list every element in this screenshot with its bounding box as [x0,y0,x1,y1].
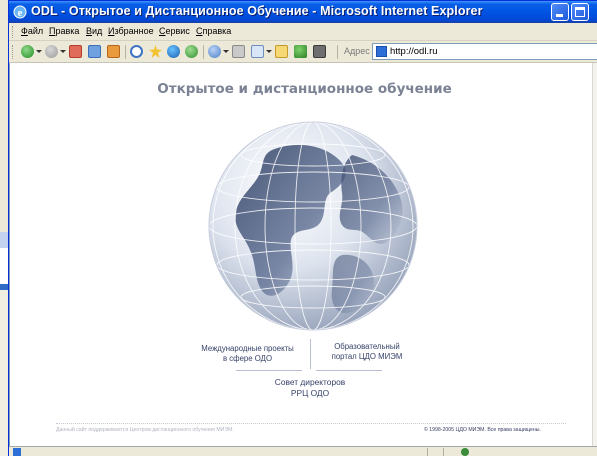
menu-tools[interactable]: Сервис [159,26,190,36]
stop-icon[interactable] [69,45,82,58]
minimize-button[interactable] [551,3,569,21]
minimize-icon [556,14,563,17]
home-icon[interactable] [107,45,120,58]
vertical-scrollbar[interactable] [592,63,597,446]
messenger-icon[interactable] [294,45,307,58]
favorites-icon[interactable] [149,45,162,58]
background-desktop [0,0,8,456]
forward-icon[interactable] [45,45,58,58]
refresh-icon[interactable] [88,45,101,58]
menu-favorites[interactable]: Избранное [108,26,154,36]
search-icon[interactable] [130,45,143,58]
menu-file[interactable]: Файл [21,26,43,36]
link-directors-council[interactable]: Совет директоров РРЦ ОДО [255,377,365,399]
page-status-icon [13,448,21,456]
globe-image [208,121,418,331]
internet-explorer-icon: e [13,5,27,19]
history-icon[interactable] [185,45,198,58]
window-title: ODL - Открытое и Дистанционное Обучение … [31,4,483,18]
menu-edit[interactable]: Правка [49,26,79,36]
forward-dropdown-icon[interactable] [60,50,66,53]
toolbar-separator [203,45,204,59]
footer-copyright: © 1998-2005 ЦДО МИЭМ. Все права защищены… [424,427,541,433]
menu-grip[interactable] [12,26,15,38]
toolbar-separator [125,45,126,59]
menu-help[interactable]: Справка [196,26,231,36]
status-bar [9,446,597,456]
print-icon[interactable] [232,45,245,58]
back-dropdown-icon[interactable] [36,50,42,53]
page-content: Открытое и дистанционное обучение Междун… [9,63,597,446]
maximize-button[interactable] [571,3,589,21]
toolbar-separator [337,45,338,59]
link-educational-portal[interactable]: Образовательный портал ЦДО МИЭМ [314,342,420,362]
back-icon[interactable] [21,45,34,58]
folder-icon[interactable] [275,45,288,58]
edit-dropdown-icon[interactable] [266,50,272,53]
address-label: Адрес [344,46,370,56]
research-icon[interactable] [313,45,326,58]
page-heading: Открытое и дистанционное обучение [157,81,452,97]
links-divider [316,370,382,371]
links-divider [310,339,311,369]
mail-icon[interactable] [208,45,221,58]
media-icon[interactable] [167,45,180,58]
link-international-projects[interactable]: Международные проекты в сфере ОДО [190,344,305,364]
internet-zone-icon [461,448,469,456]
footer-divider [56,423,566,424]
screen: e ODL - Открытое и Дистанционное Обучени… [0,0,597,456]
address-url[interactable]: http://odl.ru [390,46,438,57]
links-divider [236,370,302,371]
maximize-icon [575,7,585,17]
toolbar-grip[interactable] [12,45,15,59]
title-bar[interactable]: e ODL - Открытое и Дистанционное Обучени… [9,1,597,23]
ie-window: e ODL - Открытое и Дистанционное Обучени… [8,0,597,456]
menu-view[interactable]: Вид [86,26,102,36]
address-field[interactable]: http://odl.ru [372,43,597,60]
footer-note: Данный сайт поддерживается Центром диста… [56,427,234,433]
menu-bar: Файл Правка Вид Избранное Сервис Справка [9,23,597,41]
toolbar: Адрес http://odl.ru [9,41,597,63]
page-icon [376,46,387,57]
status-pane-divider [443,448,444,456]
mail-dropdown-icon[interactable] [223,50,229,53]
edit-icon[interactable] [251,45,264,58]
status-pane-divider [427,448,428,456]
svg-text:e: e [18,7,23,19]
